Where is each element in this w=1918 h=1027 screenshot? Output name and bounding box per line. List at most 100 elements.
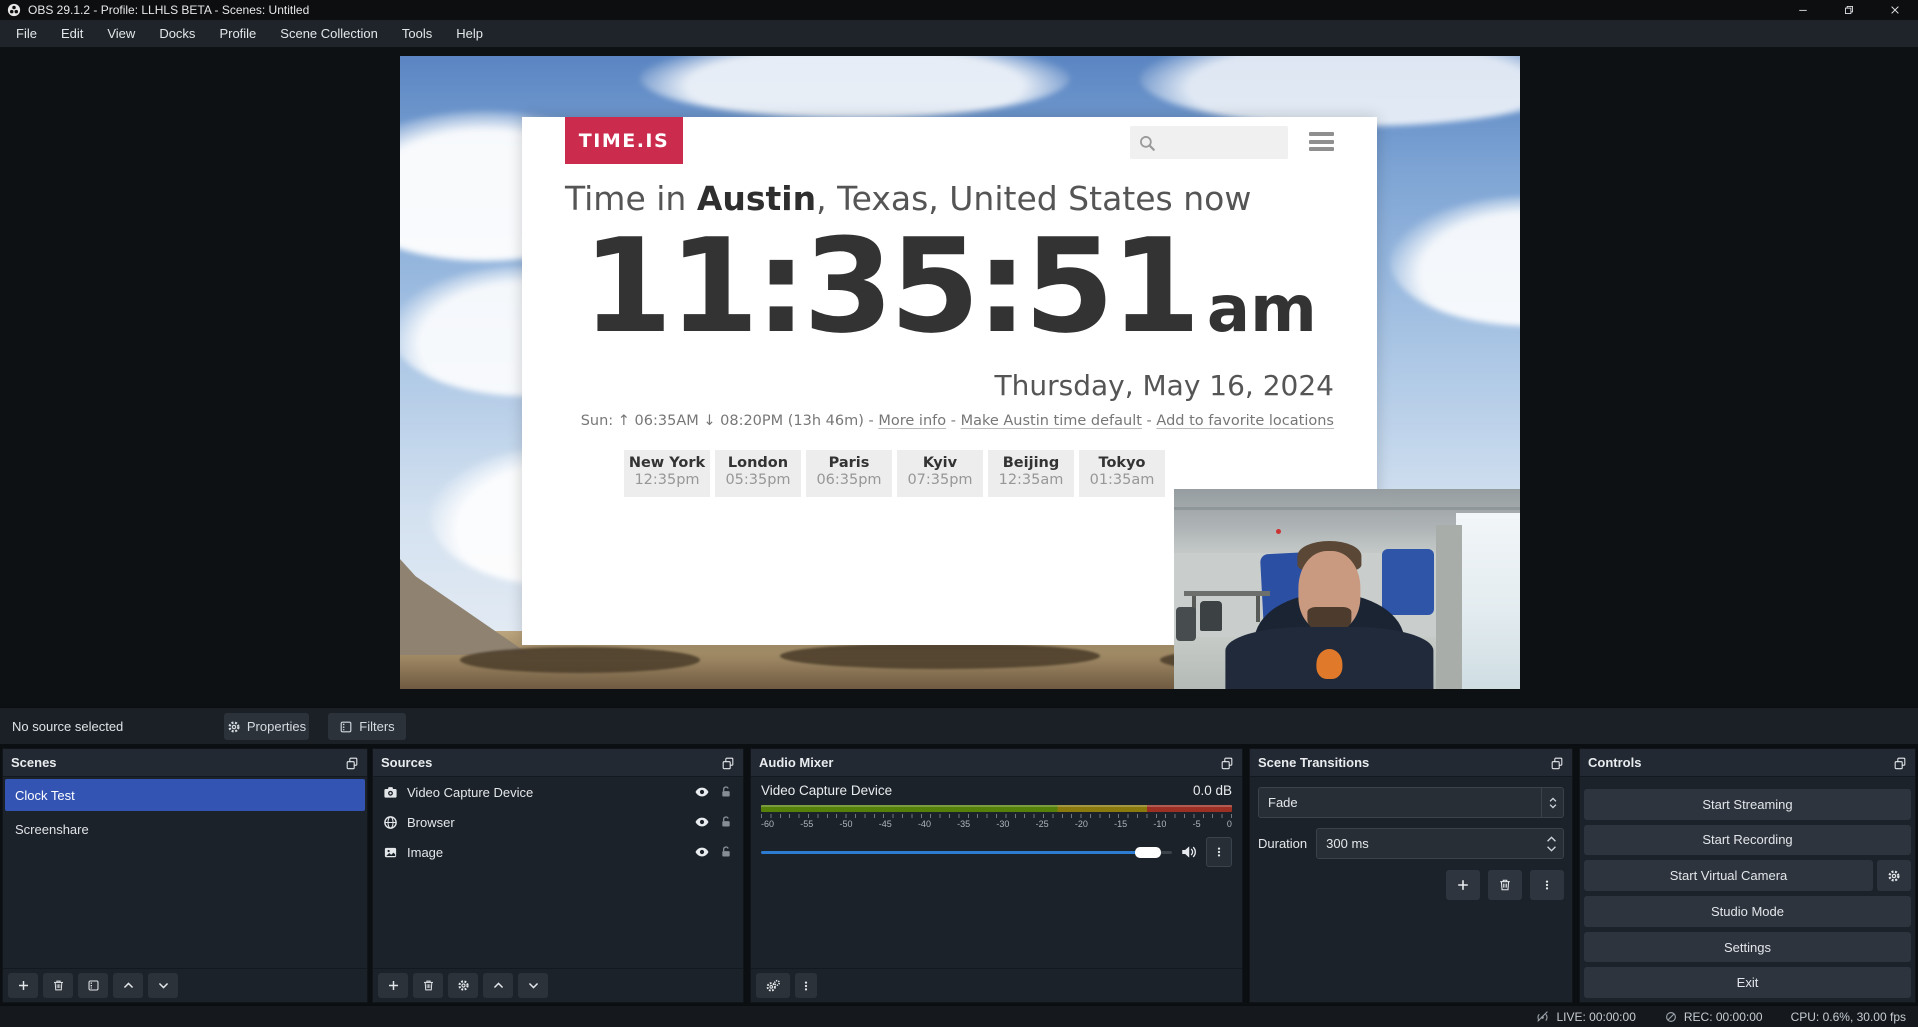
webcam-video — [1174, 489, 1520, 689]
speaker-icon[interactable] — [1180, 843, 1198, 861]
eye-icon[interactable] — [694, 814, 710, 830]
search-input[interactable] — [1156, 135, 1276, 151]
lock-icon[interactable] — [719, 815, 733, 829]
scenes-header: Scenes — [3, 749, 367, 777]
sources-dock: Sources Video Capture Device Browser — [372, 748, 744, 1003]
hamburger-menu-icon[interactable] — [1309, 132, 1334, 151]
menu-file[interactable]: File — [4, 20, 49, 47]
advanced-audio-button[interactable] — [756, 973, 790, 998]
city-tile-paris[interactable]: Paris06:35pm — [806, 450, 892, 497]
popout-icon[interactable] — [721, 756, 735, 770]
globe-icon — [383, 815, 398, 830]
start-recording-button[interactable]: Start Recording — [1584, 825, 1911, 856]
start-streaming-button[interactable]: Start Streaming — [1584, 789, 1911, 820]
audio-mixer-title: Audio Mixer — [759, 755, 833, 770]
source-item-browser[interactable]: Browser — [373, 807, 743, 837]
source-item-video-capture[interactable]: Video Capture Device — [373, 777, 743, 807]
minimize-button[interactable] — [1780, 0, 1826, 20]
hill-shape — [460, 647, 700, 673]
image-icon — [383, 845, 398, 860]
popout-icon[interactable] — [345, 756, 359, 770]
controls-dock: Controls Start Streaming Start Recording… — [1579, 748, 1916, 1003]
remove-scene-button[interactable] — [43, 973, 73, 998]
mixer-menu-button[interactable] — [795, 973, 817, 998]
obs-window: OBS 29.1.2 - Profile: LLHLS BETA - Scene… — [0, 0, 1918, 1027]
gear-icon — [227, 720, 241, 734]
title-bar: OBS 29.1.2 - Profile: LLHLS BETA - Scene… — [0, 0, 1918, 20]
scene-transitions-title: Scene Transitions — [1258, 755, 1369, 770]
add-source-button[interactable] — [378, 973, 408, 998]
city-tile-tokyo[interactable]: Tokyo01:35am — [1079, 450, 1165, 497]
sources-list: Video Capture Device Browser Image — [373, 777, 743, 968]
lock-icon[interactable] — [719, 785, 733, 799]
lock-icon[interactable] — [719, 845, 733, 859]
virtual-camera-config-button[interactable] — [1877, 860, 1911, 891]
spin-down-icon[interactable] — [1546, 845, 1557, 852]
add-scene-button[interactable] — [8, 973, 38, 998]
menu-docks[interactable]: Docks — [147, 20, 207, 47]
eye-icon[interactable] — [694, 784, 710, 800]
popout-icon[interactable] — [1220, 756, 1234, 770]
add-transition-button[interactable] — [1446, 870, 1480, 900]
city-times-row: New York12:35pm London05:35pm Paris06:35… — [624, 450, 1165, 497]
scene-item-screenshare[interactable]: Screenshare — [5, 813, 365, 845]
mixer-channel-name: Video Capture Device — [761, 783, 892, 798]
sources-header: Sources — [373, 749, 743, 777]
no-source-status: No source selected — [12, 708, 123, 745]
volume-meter — [761, 805, 1232, 812]
source-properties-button[interactable] — [448, 973, 478, 998]
more-info-link[interactable]: More info — [878, 413, 946, 429]
move-source-up-button[interactable] — [483, 973, 513, 998]
scene-transitions-dock: Scene Transitions Fade Duration 300 ms — [1249, 748, 1573, 1003]
scene-item-clock-test[interactable]: Clock Test — [5, 779, 365, 811]
move-scene-up-button[interactable] — [113, 973, 143, 998]
eye-icon[interactable] — [694, 844, 710, 860]
settings-button[interactable]: Settings — [1584, 932, 1911, 963]
start-virtual-camera-button[interactable]: Start Virtual Camera — [1584, 860, 1873, 891]
filters-button[interactable]: Filters — [328, 713, 406, 740]
program-video-frame[interactable]: TIME.IS Time in Austin, Texas, United St… — [400, 56, 1520, 689]
volume-slider-handle[interactable] — [1135, 847, 1161, 858]
menu-help[interactable]: Help — [444, 20, 495, 47]
exit-button[interactable]: Exit — [1584, 967, 1911, 998]
duration-spinbox[interactable]: 300 ms — [1316, 828, 1564, 859]
city-tile-beijing[interactable]: Beijing12:35am — [988, 450, 1074, 497]
scene-filters-button[interactable] — [78, 973, 108, 998]
scenes-dock: Scenes Clock Test Screenshare — [2, 748, 368, 1003]
city-tile-kyiv[interactable]: Kyiv07:35pm — [897, 450, 983, 497]
mixer-channel: Video Capture Device 0.0 dB -60-55-50-45… — [751, 777, 1242, 968]
transition-select[interactable]: Fade — [1258, 787, 1564, 818]
spin-up-icon[interactable] — [1546, 836, 1557, 843]
search-icon — [1138, 134, 1156, 152]
transition-menu-button[interactable] — [1530, 870, 1564, 900]
sources-title: Sources — [381, 755, 432, 770]
popout-icon[interactable] — [1893, 756, 1907, 770]
restore-button[interactable] — [1826, 0, 1872, 20]
audio-mixer-header: Audio Mixer — [751, 749, 1242, 777]
add-favorite-link[interactable]: Add to favorite locations — [1156, 413, 1334, 429]
mixer-channel-menu-button[interactable] — [1206, 837, 1232, 867]
menu-scene-collection[interactable]: Scene Collection — [268, 20, 390, 47]
timeis-logo[interactable]: TIME.IS — [565, 117, 683, 164]
city-tile-london[interactable]: London05:35pm — [715, 450, 801, 497]
search-box[interactable] — [1130, 126, 1288, 159]
menu-profile[interactable]: Profile — [207, 20, 268, 47]
menu-tools[interactable]: Tools — [390, 20, 444, 47]
make-default-link[interactable]: Make Austin time default — [961, 413, 1142, 429]
source-item-image[interactable]: Image — [373, 837, 743, 867]
menu-view[interactable]: View — [95, 20, 147, 47]
city-tile-new-york[interactable]: New York12:35pm — [624, 450, 710, 497]
move-source-down-button[interactable] — [518, 973, 548, 998]
close-button[interactable] — [1872, 0, 1918, 20]
menu-edit[interactable]: Edit — [49, 20, 95, 47]
properties-button[interactable]: Properties — [224, 713, 309, 740]
remove-transition-button[interactable] — [1488, 870, 1522, 900]
window-title: OBS 29.1.2 - Profile: LLHLS BETA - Scene… — [28, 3, 309, 17]
date-text: Thursday, May 16, 2024 — [995, 369, 1334, 402]
move-scene-down-button[interactable] — [148, 973, 178, 998]
remove-source-button[interactable] — [413, 973, 443, 998]
status-bar: LIVE: 00:00:00 REC: 00:00:00 CPU: 0.6%, … — [0, 1005, 1918, 1027]
volume-slider[interactable] — [761, 845, 1172, 859]
studio-mode-button[interactable]: Studio Mode — [1584, 896, 1911, 927]
popout-icon[interactable] — [1550, 756, 1564, 770]
